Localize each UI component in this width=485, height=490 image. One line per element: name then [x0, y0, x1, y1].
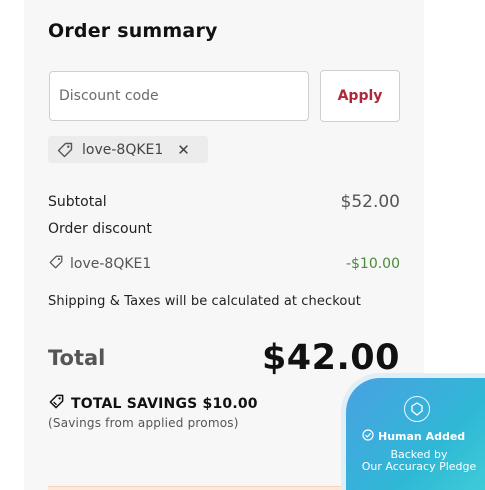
- discount-code-row: love-8QKE1 -$10.00: [48, 254, 400, 274]
- badge-title: Human Added: [362, 429, 482, 444]
- close-icon[interactable]: ✕: [177, 141, 190, 159]
- tag-icon: [48, 254, 64, 274]
- total-savings: TOTAL SAVINGS $10.00: [48, 393, 258, 414]
- tag-icon: [56, 141, 74, 159]
- applied-discount-code: love-8QKE1: [82, 141, 164, 158]
- apply-discount-button[interactable]: Apply: [320, 70, 400, 122]
- discount-code-label: love-8QKE1: [70, 256, 152, 272]
- order-discount-row: Order discount: [48, 221, 400, 237]
- discount-value: -$10.00: [345, 256, 400, 272]
- total-label: Total: [48, 346, 106, 370]
- discount-code-input[interactable]: [49, 71, 309, 121]
- total-value: $42.00: [261, 338, 400, 378]
- shipping-note: Shipping & Taxes will be calculated at c…: [48, 294, 361, 309]
- shield-logo-icon: [404, 396, 430, 422]
- badge-line3: Our Accuracy Pledge: [361, 460, 477, 473]
- order-discount-label: Order discount: [48, 221, 152, 237]
- check-circle-icon: [362, 429, 374, 444]
- total-savings-text: TOTAL SAVINGS $10.00: [71, 395, 258, 412]
- applied-discount-chip: love-8QKE1 ✕: [48, 136, 208, 163]
- discount-code-tag: love-8QKE1: [48, 254, 151, 274]
- subtotal-row: Subtotal $52.00: [48, 192, 400, 212]
- divider: [48, 486, 348, 490]
- subtotal-value: $52.00: [340, 192, 400, 212]
- savings-note: (Savings from applied promos): [48, 416, 239, 430]
- badge-line1: Human Added: [378, 430, 466, 443]
- tag-icon: [48, 393, 65, 414]
- total-row: Total $42.00: [48, 338, 400, 378]
- order-summary-title: Order summary: [48, 20, 218, 42]
- subtotal-label: Subtotal: [48, 194, 107, 210]
- accuracy-pledge-badge[interactable]: Human Added Backed by Our Accuracy Pledg…: [346, 378, 485, 490]
